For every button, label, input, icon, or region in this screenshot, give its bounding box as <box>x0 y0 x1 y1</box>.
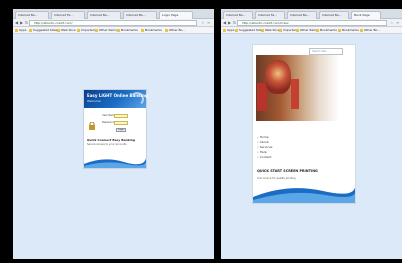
browser-toolbar: ◀ ▶ ↻ http://atlantic-credit.com/index ☆… <box>221 19 402 27</box>
bookmark-item[interactable]: Apps <box>15 28 26 33</box>
bookmarks-bar: Apps Suggested Sites Web Slice Imported … <box>221 27 402 34</box>
username-field[interactable] <box>114 114 128 118</box>
bookmark-item[interactable]: Suggested Sites <box>235 28 263 33</box>
hero-image-detail <box>291 79 299 109</box>
browser-tab[interactable]: Internet Ba... <box>287 11 317 19</box>
nav-menu: Home About Services Help Contact <box>257 135 273 160</box>
browser-tab[interactable]: Internet Ba... <box>87 11 121 19</box>
browser-tab[interactable]: Internet Ba... <box>319 11 349 19</box>
bookmarks-bar: Apps Suggested Sites Web Slice Imported … <box>13 27 214 34</box>
bookmark-item[interactable]: Bookmarks <box>338 28 359 33</box>
browser-tab[interactable]: Internet Ba... <box>123 11 157 19</box>
menu-icon[interactable]: ≡ <box>396 20 399 25</box>
page-viewport: Easy LIGHT Online Banking Welcome User N… <box>13 34 214 259</box>
login-widget: Easy LIGHT Online Banking Welcome User N… <box>83 89 148 169</box>
browser-window-left: Internet Ba... Internet Fa... Internet B… <box>13 9 214 259</box>
bookmark-item[interactable]: Other Bo... <box>360 28 380 33</box>
browser-toolbar: ◀ ▶ ↻ http://atlantic-credit.com/ ☆ ≡ <box>13 19 214 27</box>
bookmark-item[interactable]: Imported <box>279 28 297 33</box>
browser-window-right: Internet Ba... Internet Fa... Internet B… <box>221 9 402 259</box>
tab-bar: Internet Ba... Internet Fa... Internet B… <box>13 9 214 19</box>
bookmark-item[interactable]: Imported <box>77 28 95 33</box>
address-bar[interactable]: http://atlantic-credit.com/ <box>29 20 197 26</box>
menu-icon[interactable]: ≡ <box>207 20 210 25</box>
bookmark-item[interactable]: Web Slice <box>57 28 76 33</box>
browser-tab[interactable]: Internet Ba... <box>15 11 49 19</box>
bookmark-item[interactable]: Apps <box>223 28 234 33</box>
bookmark-item[interactable]: Web Slice <box>261 28 280 33</box>
star-icon[interactable]: ☆ <box>201 20 205 25</box>
login-footer-text: Secure access to your accounts <box>87 143 127 146</box>
login-banner: Easy LIGHT Online Banking Welcome <box>84 90 148 108</box>
footer-wave <box>84 158 146 168</box>
bookmark-item[interactable]: Other Items <box>95 28 117 33</box>
nav-item[interactable]: Contact <box>257 155 272 160</box>
address-bar[interactable]: http://atlantic-credit.com/index <box>237 20 387 26</box>
bookmark-item[interactable]: Bookmarks <box>316 28 337 33</box>
bookmark-item[interactable]: Bookmarks <box>117 28 138 33</box>
landing-page: Search Site... Home About Services Help … <box>252 44 356 204</box>
password-field[interactable] <box>114 121 128 125</box>
browser-tab[interactable]: Internet Fa... <box>255 11 285 19</box>
bookmark-item[interactable]: Bookmarks <box>141 28 162 33</box>
swirl-graphic <box>130 92 144 106</box>
search-input[interactable]: Search Site... <box>309 48 343 55</box>
lock-icon <box>88 115 96 130</box>
footer-wave <box>253 183 355 203</box>
hero-mask-image <box>265 60 291 94</box>
bookmark-item[interactable]: Other Items <box>296 28 318 33</box>
login-footer-title: Quick Connect Easy Banking <box>87 138 135 142</box>
star-icon[interactable]: ☆ <box>390 20 394 25</box>
browser-tab-active[interactable]: Bank Page <box>351 11 381 19</box>
banner-subtitle: Welcome <box>87 99 101 103</box>
bookmark-item[interactable]: Other Bo... <box>165 28 185 33</box>
login-button[interactable]: Login <box>116 128 126 132</box>
browser-tab[interactable]: Internet Fa... <box>51 11 85 19</box>
page-footer-title: QUICK START SCREEN PRINTING <box>257 169 318 173</box>
page-viewport: Search Site... Home About Services Help … <box>221 34 402 259</box>
browser-tab-active[interactable]: Login Page <box>159 11 193 19</box>
bookmark-item[interactable]: Suggested Sites <box>29 28 57 33</box>
tab-bar: Internet Ba... Internet Fa... Internet B… <box>221 9 402 19</box>
browser-tab[interactable]: Internet Ba... <box>223 11 253 19</box>
password-label: Password <box>102 121 114 124</box>
